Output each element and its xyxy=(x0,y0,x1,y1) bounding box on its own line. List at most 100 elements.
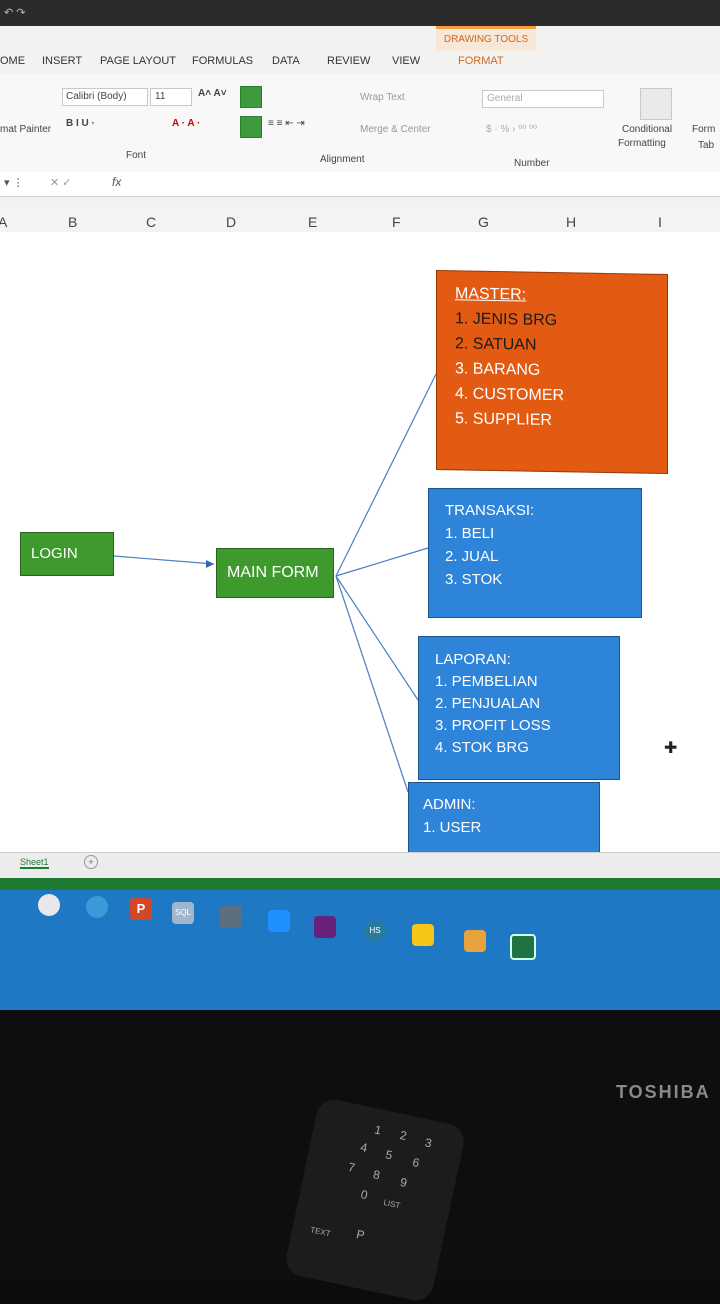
worksheet-grid[interactable]: LOGIN MAIN FORM MASTER: 1. JENIS BRG 2. … xyxy=(0,232,720,870)
column-header[interactable]: H xyxy=(566,214,576,230)
master-box[interactable]: MASTER: 1. JENIS BRG 2. SATUAN 3. BARANG… xyxy=(436,269,668,475)
admin-heading: ADMIN: xyxy=(423,796,476,813)
tab-insert[interactable]: INSERT xyxy=(42,55,82,67)
quick-access-icon[interactable]: ↶ ↷ xyxy=(4,6,26,19)
remote-key: 2 xyxy=(398,1127,409,1144)
align-center-icon[interactable]: ≡ ≡ ⇤ ⇥ xyxy=(268,118,305,129)
sql-icon[interactable]: SQL xyxy=(172,902,194,924)
conditional-formatting-button[interactable]: Conditional xyxy=(622,124,672,135)
add-sheet-icon[interactable]: + xyxy=(84,855,98,869)
transaksi-item: 2. JUAL xyxy=(445,548,499,565)
merge-center-button[interactable]: Merge & Center xyxy=(360,124,431,135)
master-connector xyxy=(335,365,441,577)
hs-label: HS xyxy=(369,926,381,935)
paint-icon[interactable] xyxy=(464,930,486,952)
column-header[interactable]: D xyxy=(226,214,236,230)
column-header[interactable]: B xyxy=(68,214,77,230)
tab-view[interactable]: VIEW xyxy=(392,55,420,67)
cancel-confirm-icons[interactable]: ✕ ✓ xyxy=(50,176,72,189)
remote-key: 7 xyxy=(346,1159,357,1175)
column-header[interactable]: C xyxy=(146,214,156,230)
powerpoint-label: P xyxy=(136,901,146,916)
master-item: 4. CUSTOMER xyxy=(455,385,565,405)
font-name-select[interactable]: Calibri (Body) xyxy=(62,88,148,106)
laporan-box[interactable]: LAPORAN: 1. PEMBELIAN 2. PENJUALAN 3. PR… xyxy=(418,636,620,780)
remote-key: 8 xyxy=(371,1167,382,1183)
column-header[interactable]: F xyxy=(392,214,401,230)
group-number-label: Number xyxy=(514,158,550,169)
currency-percent-icons[interactable]: $ · % › ⁰⁰ ⁰⁰ xyxy=(486,124,537,135)
sticky-notes-icon[interactable] xyxy=(412,924,434,946)
tab-format[interactable]: FORMAT xyxy=(458,55,504,67)
excel-icon[interactable] xyxy=(510,934,536,960)
name-box-dropdown-icon[interactable]: ▾ ⋮ xyxy=(4,176,24,189)
format-as-table-button[interactable]: Form xyxy=(692,124,715,135)
font-size-select[interactable]: 11 xyxy=(150,88,192,106)
font-size-value: 11 xyxy=(155,91,166,102)
align-left-button[interactable] xyxy=(240,116,262,138)
main-form-label: MAIN FORM xyxy=(227,564,319,581)
tab-data[interactable]: DATA xyxy=(272,55,300,67)
number-format-value: General xyxy=(487,93,523,104)
master-item: 1. JENIS BRG xyxy=(455,310,558,330)
font-color-icon[interactable]: A · A · xyxy=(172,118,200,129)
remote-key: 5 xyxy=(384,1147,394,1163)
fx-icon[interactable]: fx xyxy=(112,175,121,189)
transaksi-item: 1. BELI xyxy=(445,525,495,542)
laporan-item: 1. PEMBELIAN xyxy=(435,673,538,690)
tab-home[interactable]: OME xyxy=(0,55,25,67)
column-header[interactable]: G xyxy=(478,214,489,230)
visual-studio-icon[interactable] xyxy=(314,916,336,938)
excel-window: ↶ ↷ DRAWING TOOLS OME INSERT PAGE LAYOUT… xyxy=(0,0,720,1010)
column-headers: A B C D E F G H I xyxy=(0,206,720,233)
laporan-connector xyxy=(335,575,419,701)
column-header[interactable]: E xyxy=(308,214,317,230)
login-label: LOGIN xyxy=(31,545,78,562)
font-name-value: Calibri (Body) xyxy=(66,91,127,102)
windows-taskbar: P SQL HS xyxy=(0,890,720,1010)
conditional-formatting-icon[interactable] xyxy=(640,88,672,120)
transaksi-connector xyxy=(335,547,429,577)
column-header[interactable]: A xyxy=(0,214,7,230)
group-alignment-label: Alignment xyxy=(320,154,365,165)
chrome-icon[interactable] xyxy=(38,894,60,916)
number-format-select[interactable]: General xyxy=(482,90,604,108)
formula-bar[interactable]: ▾ ⋮ ✕ ✓ fx xyxy=(0,172,720,197)
laporan-item: 2. PENJUALAN xyxy=(435,695,541,712)
wrap-text-button[interactable]: Wrap Text xyxy=(360,92,405,103)
remote-key: P xyxy=(355,1227,366,1243)
format-painter-button[interactable]: mat Painter xyxy=(0,124,51,135)
remote-key: 3 xyxy=(423,1135,434,1151)
sheet-tab[interactable]: Sheet1 xyxy=(20,857,49,869)
vscode-icon[interactable] xyxy=(268,910,290,932)
remote-key: 6 xyxy=(411,1155,421,1171)
tool-icon[interactable] xyxy=(220,906,242,928)
tab-page-layout[interactable]: PAGE LAYOUT xyxy=(100,55,176,67)
tab-formulas[interactable]: FORMULAS xyxy=(192,55,253,67)
transaksi-item: 3. STOK xyxy=(445,571,503,588)
remote-key: 9 xyxy=(398,1175,409,1191)
column-header[interactable]: I xyxy=(658,214,662,230)
main-form-box[interactable]: MAIN FORM xyxy=(216,548,334,598)
monitor-brand: TOSHIBA xyxy=(616,1082,711,1102)
laporan-item: 3. PROFIT LOSS xyxy=(435,717,551,734)
group-font-label: Font xyxy=(126,150,147,161)
arrow-head-icon xyxy=(206,560,214,568)
admin-connector xyxy=(335,575,409,793)
sql-label: SQL xyxy=(174,908,191,917)
master-item: 3. BARANG xyxy=(455,360,541,379)
remote-key: 0 xyxy=(359,1187,369,1203)
login-box[interactable]: LOGIN xyxy=(20,532,114,576)
powerpoint-icon[interactable]: P xyxy=(130,898,152,920)
ie-icon[interactable] xyxy=(86,896,108,918)
transaksi-box[interactable]: TRANSAKSI: 1. BELI 2. JUAL 3. STOK xyxy=(428,488,642,618)
bold-italic-underline-icons[interactable]: B I U · xyxy=(66,118,95,129)
laporan-item: 4. STOK BRG xyxy=(435,739,529,756)
align-top-button[interactable] xyxy=(240,86,262,108)
grow-font-icon[interactable]: A˄ A˅ xyxy=(198,88,227,99)
tab-review[interactable]: REVIEW xyxy=(327,55,370,67)
admin-item: 1. USER xyxy=(423,819,482,836)
title-bar: ↶ ↷ xyxy=(0,0,720,26)
login-connector xyxy=(113,555,215,565)
hs-icon[interactable]: HS xyxy=(364,920,386,942)
